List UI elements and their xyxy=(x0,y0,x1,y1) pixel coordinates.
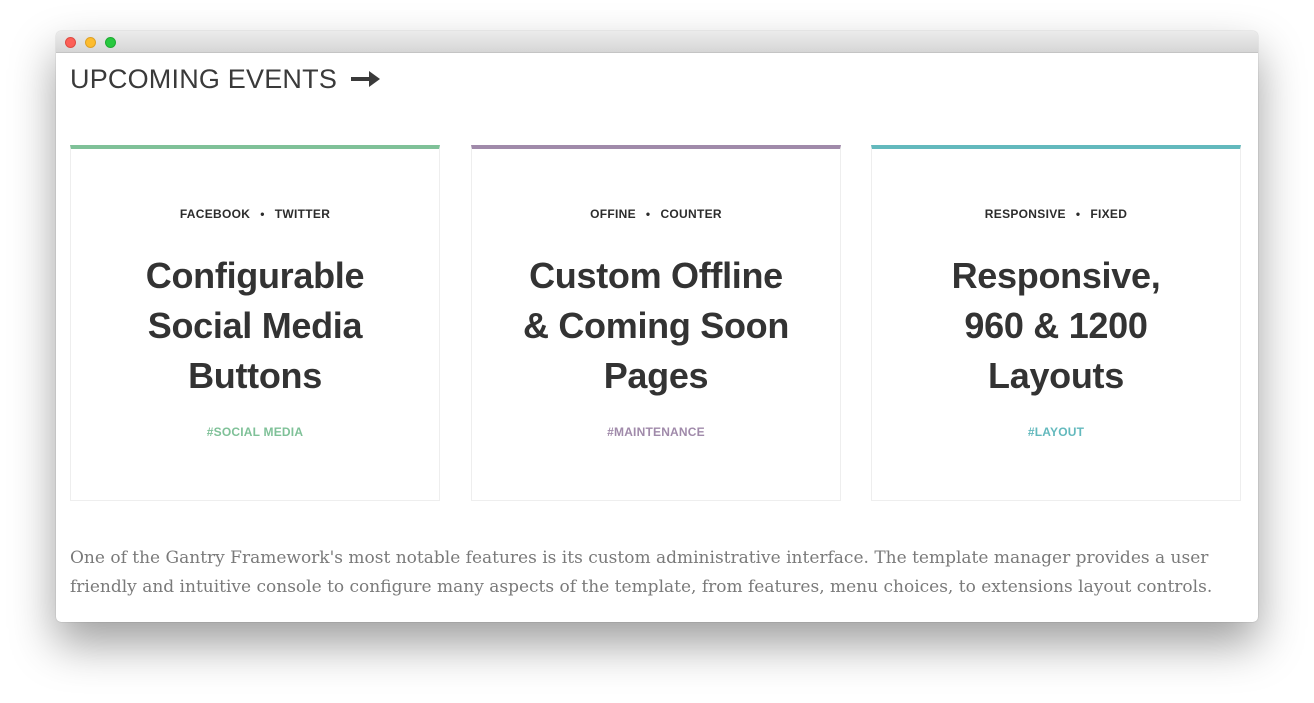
close-window-button[interactable] xyxy=(65,37,76,48)
tag-separator: • xyxy=(260,207,265,221)
event-card-responsive: RESPONSIVE • FIXED Responsive, 960 & 1200 … xyxy=(871,145,1241,501)
tag-separator: • xyxy=(645,207,651,221)
headline-line: Configurable xyxy=(145,255,365,296)
zoom-window-button[interactable] xyxy=(105,37,116,48)
headline-line: Layouts xyxy=(988,355,1124,396)
headline-line: Buttons xyxy=(188,355,322,396)
card-headline[interactable]: Configurable Social Media Buttons xyxy=(91,251,419,401)
section-title: UPCOMING EVENTS xyxy=(70,63,338,94)
event-card-offline: OFFINE • COUNTER Custom Offline & Coming S… xyxy=(471,145,841,501)
headline-line: Responsive, xyxy=(951,255,1161,296)
tag-facebook[interactable]: FACEBOOK xyxy=(180,207,250,221)
headline-line: & Coming Soon xyxy=(522,305,790,346)
card-headline[interactable]: Custom Offline & Coming Soon Pages xyxy=(492,251,820,401)
card-hashtag[interactable]: #LAYOUT xyxy=(872,425,1240,439)
headline-line: Pages xyxy=(603,355,709,396)
tag-counter[interactable]: COUNTER xyxy=(660,207,721,221)
tag-responsive[interactable]: RESPONSIVE xyxy=(985,207,1066,221)
card-hashtag[interactable]: #MAINTENANCE xyxy=(472,425,840,439)
tag-fixed[interactable]: FIXED xyxy=(1090,207,1127,221)
browser-window: UPCOMING EVENTS FACEBOOK • TWITTER Configu… xyxy=(56,31,1258,622)
card-headline[interactable]: Responsive, 960 & 1200 Layouts xyxy=(892,251,1220,401)
card-tags: OFFINE • COUNTER xyxy=(472,207,840,221)
headline-line: Custom Offline xyxy=(529,255,783,296)
minimize-window-button[interactable] xyxy=(85,37,96,48)
card-tags: FACEBOOK • TWITTER xyxy=(71,207,439,221)
arrow-right-icon[interactable] xyxy=(351,69,381,89)
headline-line: 960 & 1200 xyxy=(964,305,1148,346)
window-titlebar xyxy=(56,31,1258,53)
tag-offine[interactable]: OFFINE xyxy=(590,207,636,221)
tag-twitter[interactable]: TWITTER xyxy=(275,207,330,221)
card-tags: RESPONSIVE • FIXED xyxy=(872,207,1240,221)
section-heading[interactable]: UPCOMING EVENTS xyxy=(70,62,381,96)
event-card-social: FACEBOOK • TWITTER Configurable Social Med… xyxy=(70,145,440,501)
description-paragraph: One of the Gantry Framework's most notab… xyxy=(70,548,1213,597)
headline-line: Social Media xyxy=(147,305,363,346)
tag-separator: • xyxy=(1075,207,1081,221)
card-hashtag[interactable]: #SOCIAL MEDIA xyxy=(71,425,439,439)
